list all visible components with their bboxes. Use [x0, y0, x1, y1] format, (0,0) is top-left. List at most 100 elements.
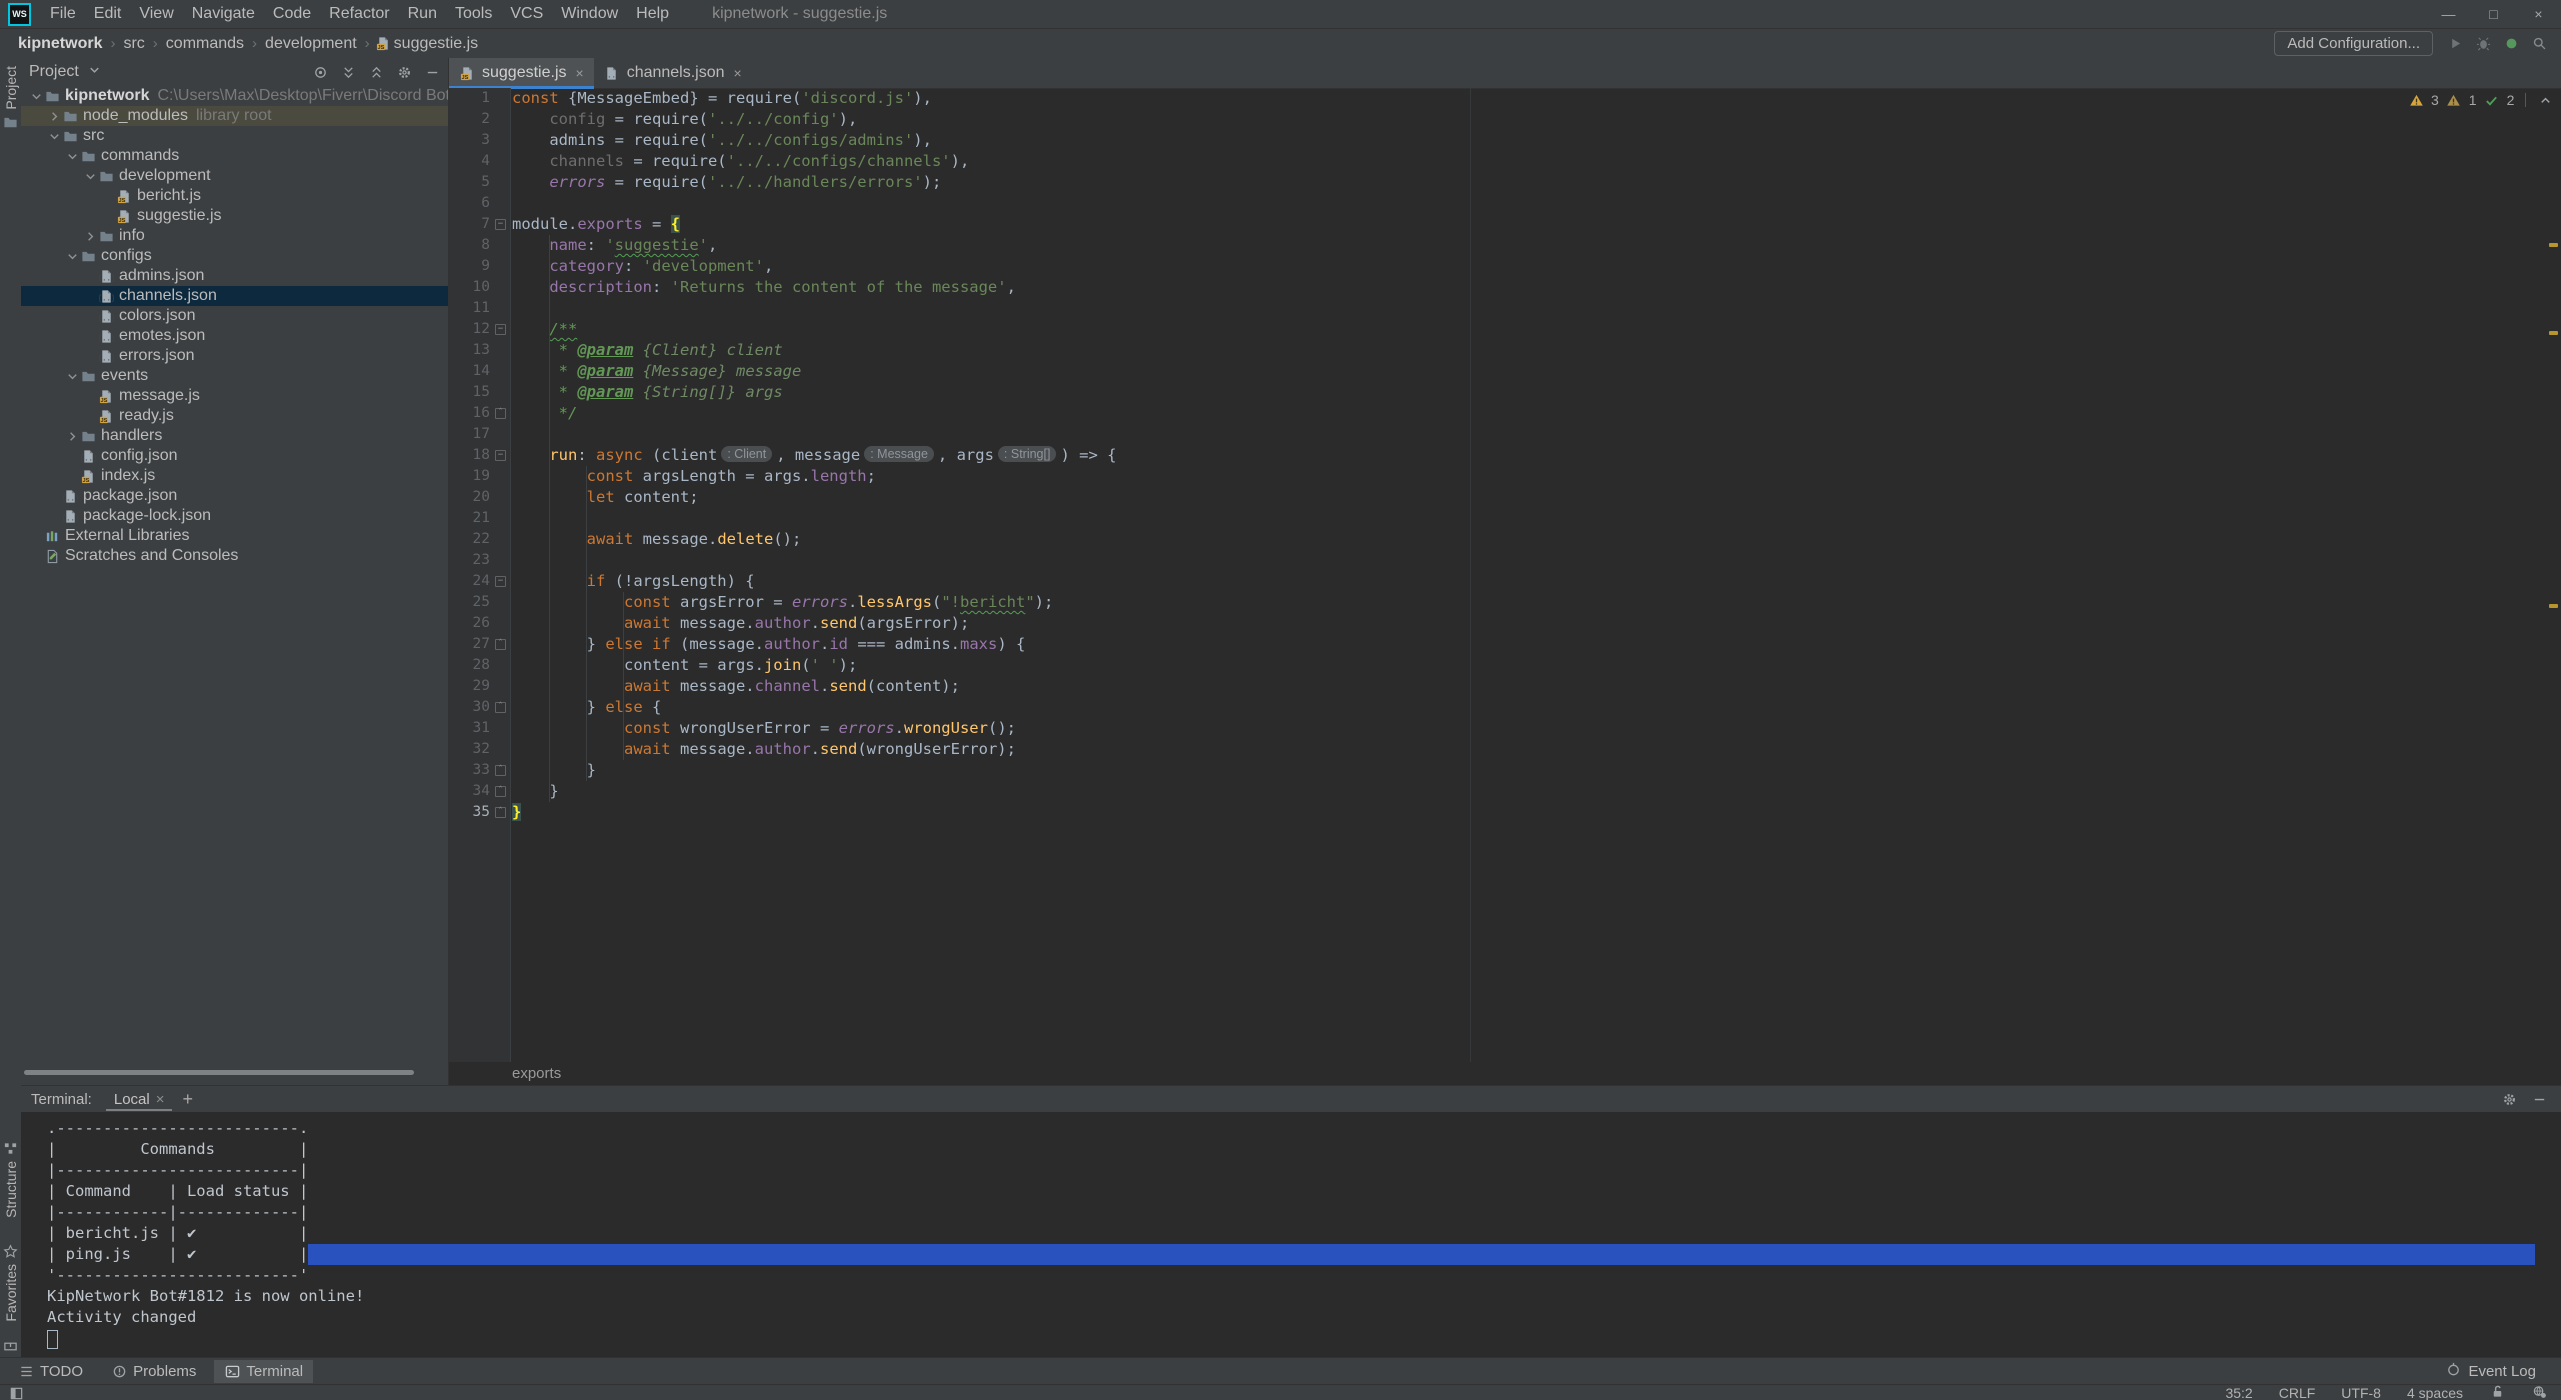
- previous-problem-button-icon[interactable]: [2537, 92, 2553, 108]
- menu-file[interactable]: File: [41, 0, 85, 28]
- tree-item-ready.js[interactable]: JSready.js: [21, 406, 448, 426]
- tree-closed-arrow[interactable]: [47, 109, 62, 124]
- tool-button-structure[interactable]: Structure: [0, 1140, 21, 1218]
- menu-help[interactable]: Help: [627, 0, 678, 28]
- tree-open-arrow[interactable]: [65, 249, 80, 264]
- chevron-down-icon[interactable]: [87, 62, 103, 83]
- inspection-widget[interactable]: 312: [2408, 92, 2561, 108]
- terminal-tab-local[interactable]: Local ×: [110, 1086, 169, 1113]
- indent-indicator[interactable]: 4 spaces: [2407, 1385, 2463, 1400]
- new-terminal-session-button[interactable]: +: [182, 1089, 193, 1110]
- tree-open-arrow[interactable]: [65, 149, 80, 164]
- tree-item-handlers[interactable]: handlers: [21, 426, 448, 446]
- highlighting-level-icon[interactable]: [2531, 1384, 2547, 1400]
- fold-end-marker[interactable]: ˆ: [495, 765, 506, 776]
- chevron-down-icon[interactable]: [47, 128, 63, 144]
- tool-window-switcher[interactable]: [8, 1385, 24, 1400]
- fold-start-marker[interactable]: −: [495, 324, 506, 335]
- breadcrumb-item-commands[interactable]: commands: [164, 35, 246, 53]
- breadcrumb-item-src[interactable]: src: [121, 35, 146, 53]
- warning-stripe-mark[interactable]: [2549, 243, 2558, 247]
- tree-item-src[interactable]: src: [21, 126, 448, 146]
- tree-item-admins.json[interactable]: {..}admins.json: [21, 266, 448, 286]
- tree-item-suggestie.js[interactable]: JSsuggestie.js: [21, 206, 448, 226]
- fold-start-marker[interactable]: −: [495, 576, 506, 587]
- chevron-down-icon[interactable]: [65, 368, 81, 384]
- chevron-down-icon[interactable]: [29, 88, 45, 104]
- breadcrumb-item-kipnetwork[interactable]: kipnetwork: [16, 35, 104, 53]
- settings-button-icon[interactable]: [396, 64, 412, 80]
- fold-start-marker[interactable]: −: [495, 450, 506, 461]
- tree-item-development[interactable]: development: [21, 166, 448, 186]
- chevron-down-icon[interactable]: [65, 148, 81, 164]
- chevron-down-icon[interactable]: [65, 248, 81, 264]
- tree-open-arrow[interactable]: [65, 369, 80, 384]
- editor-breadcrumb-item[interactable]: exports: [512, 1065, 561, 1082]
- chevron-right-icon[interactable]: [83, 228, 99, 244]
- menu-window[interactable]: Window: [552, 0, 627, 28]
- tree-open-arrow[interactable]: [29, 89, 44, 104]
- search-everywhere-button-icon[interactable]: [2531, 36, 2547, 52]
- menu-vcs[interactable]: VCS: [501, 0, 552, 28]
- tree-item-message.js[interactable]: JSmessage.js: [21, 386, 448, 406]
- tree-item-package-lock.json[interactable]: {..}package-lock.json: [21, 506, 448, 526]
- caret-position[interactable]: 35:2: [2225, 1385, 2252, 1400]
- menu-tools[interactable]: Tools: [446, 0, 501, 28]
- chevron-right-icon[interactable]: [47, 108, 63, 124]
- fold-end-marker[interactable]: ˆ: [495, 702, 506, 713]
- close-icon[interactable]: ×: [156, 1091, 165, 1108]
- tree-item-emotes.json[interactable]: {..}emotes.json: [21, 326, 448, 346]
- debug-button-icon[interactable]: [2475, 36, 2491, 52]
- menu-navigate[interactable]: Navigate: [183, 0, 264, 28]
- run-button-icon[interactable]: [2447, 36, 2463, 52]
- tab-suggestie.js[interactable]: JSsuggestie.js×: [449, 58, 594, 88]
- tree-item-commands[interactable]: commands: [21, 146, 448, 166]
- tree-closed-arrow[interactable]: [83, 229, 98, 244]
- tree-item-index.js[interactable]: JSindex.js: [21, 466, 448, 486]
- tree-item-colors.json[interactable]: {..}colors.json: [21, 306, 448, 326]
- warning-stripe-mark[interactable]: [2549, 604, 2558, 608]
- tab-channels.json[interactable]: {..}channels.json×: [594, 58, 752, 88]
- fold-end-marker[interactable]: ˆ: [495, 408, 506, 419]
- project-horizontal-scrollbar[interactable]: [24, 1070, 414, 1075]
- maximize-button[interactable]: □: [2471, 0, 2516, 28]
- tree-item-Scratches and Consoles[interactable]: Scratches and Consoles: [21, 546, 448, 566]
- close-button[interactable]: ×: [2516, 0, 2561, 28]
- close-icon[interactable]: ×: [576, 65, 584, 81]
- tree-item-kipnetwork[interactable]: kipnetworkC:\Users\Max\Desktop\Fiverr\Di…: [21, 86, 448, 106]
- code-editor[interactable]: 1const {MessageEmbed} = require('discord…: [449, 88, 2561, 823]
- breadcrumb-item-suggestie.js[interactable]: suggestie.js: [392, 35, 481, 53]
- encoding-indicator[interactable]: UTF-8: [2341, 1385, 2381, 1400]
- tree-item-configs[interactable]: configs: [21, 246, 448, 266]
- menu-edit[interactable]: Edit: [85, 0, 131, 28]
- minimize-button[interactable]: —: [2426, 0, 2471, 28]
- terminal-output[interactable]: .--------------------------.| Commands |…: [21, 1112, 2561, 1363]
- tree-closed-arrow[interactable]: [65, 429, 80, 444]
- fold-end-marker[interactable]: ˆ: [495, 786, 506, 797]
- tool-button-favorites[interactable]: Favorites: [0, 1243, 21, 1322]
- tree-item-package.json[interactable]: {..}package.json: [21, 486, 448, 506]
- tree-open-arrow[interactable]: [83, 169, 98, 184]
- menu-refactor[interactable]: Refactor: [320, 0, 398, 28]
- tree-item-channels.json[interactable]: {..}channels.json: [21, 286, 448, 306]
- writable-indicator-icon[interactable]: [2489, 1384, 2505, 1400]
- project-view-dropdown-icon[interactable]: [87, 62, 103, 78]
- fold-end-marker[interactable]: ˆ: [495, 807, 506, 818]
- tree-item-errors.json[interactable]: {..}errors.json: [21, 346, 448, 366]
- tree-item-node_modules[interactable]: node_moduleslibrary root: [21, 106, 448, 126]
- close-icon[interactable]: ×: [734, 65, 742, 81]
- line-ending-indicator[interactable]: CRLF: [2279, 1385, 2316, 1400]
- tree-item-events[interactable]: events: [21, 366, 448, 386]
- tree-item-bericht.js[interactable]: JSbericht.js: [21, 186, 448, 206]
- tree-open-arrow[interactable]: [47, 129, 62, 144]
- menu-code[interactable]: Code: [264, 0, 320, 28]
- fold-end-marker[interactable]: ˆ: [495, 639, 506, 650]
- warning-stripe-mark[interactable]: [2549, 331, 2558, 335]
- code-with-me-button-icon[interactable]: [2503, 36, 2519, 52]
- chevron-right-icon[interactable]: [65, 428, 81, 444]
- tool-window-switcher-icon[interactable]: [8, 1385, 24, 1400]
- locate-file-button-icon[interactable]: [312, 64, 328, 80]
- tool-window-button-todo[interactable]: TODO: [8, 1360, 93, 1383]
- breadcrumb-item-development[interactable]: development: [263, 35, 359, 53]
- fold-start-marker[interactable]: −: [495, 219, 506, 230]
